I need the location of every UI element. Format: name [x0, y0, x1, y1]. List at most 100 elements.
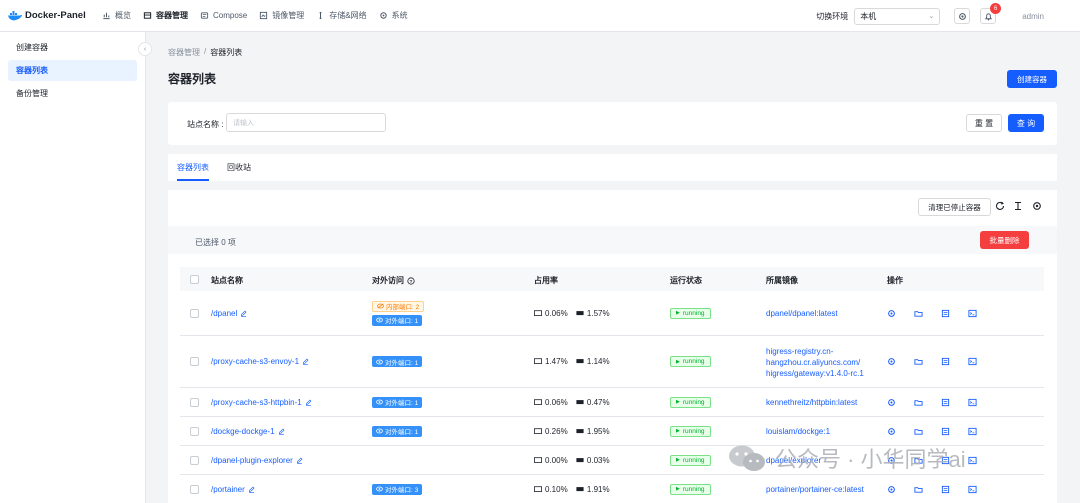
- container-name-link[interactable]: /dockge-dockge-1: [211, 427, 285, 436]
- edit-icon[interactable]: [305, 399, 312, 406]
- row-checkbox[interactable]: [190, 455, 199, 465]
- sidebar-item-create[interactable]: 创建容器: [8, 37, 137, 58]
- external-port-text: 对外端口: 1: [385, 429, 419, 436]
- notification-button[interactable]: 6: [980, 3, 1002, 24]
- folder-icon[interactable]: [914, 357, 923, 366]
- image-link[interactable]: portainer/portainer-ce:latest: [766, 484, 864, 495]
- clean-stopped-button[interactable]: 清理已停止容器: [918, 198, 991, 216]
- container-name-link[interactable]: /portainer: [211, 485, 255, 494]
- folder-icon[interactable]: [914, 309, 923, 318]
- col-status: 运行状态: [670, 276, 702, 285]
- nav-item-5[interactable]: 系统: [373, 0, 414, 32]
- row-actions: [887, 485, 977, 494]
- log-icon[interactable]: [941, 427, 950, 436]
- container-name-link[interactable]: /proxy-cache-s3-envoy-1: [211, 357, 309, 366]
- nav-item-3[interactable]: 镜像管理: [253, 0, 310, 32]
- edit-icon[interactable]: [278, 428, 285, 435]
- logo[interactable]: Docker-Panel: [8, 10, 96, 21]
- row-checkbox[interactable]: [190, 426, 199, 436]
- reset-button[interactable]: 重 置: [966, 114, 1002, 132]
- search-input[interactable]: 请输入: [226, 113, 386, 132]
- container-name-link[interactable]: /dpanel-plugin-explorer: [211, 456, 303, 465]
- table-row[interactable]: /portainer 对外端口: 3 0.10% 1.91% ▶ running port…: [180, 475, 1044, 503]
- refresh-icon[interactable]: [995, 201, 1005, 211]
- tab-recycle-bin[interactable]: 回收站: [227, 154, 251, 181]
- breadcrumb-parent[interactable]: 容器管理: [168, 47, 200, 58]
- log-icon[interactable]: [941, 357, 950, 366]
- create-container-button[interactable]: 创建容器: [1007, 70, 1057, 88]
- external-port-tag[interactable]: 对外端口: 1: [372, 314, 423, 326]
- folder-icon[interactable]: [914, 398, 923, 407]
- table-row[interactable]: /proxy-cache-s3-envoy-1 对外端口: 1 1.47% 1.14…: [180, 336, 1044, 388]
- terminal-icon[interactable]: [968, 456, 977, 465]
- external-port-tag[interactable]: 对外端口: 3: [372, 483, 423, 495]
- collapse-sidebar-button[interactable]: ‹: [138, 42, 152, 56]
- log-icon[interactable]: [941, 398, 950, 407]
- external-port-tag[interactable]: 对外端口: 1: [372, 425, 423, 437]
- settings-icon[interactable]: [887, 427, 896, 436]
- query-button[interactable]: 查 询: [1008, 114, 1044, 132]
- container-name: /dpanel: [211, 308, 238, 318]
- image-line: kennethreitz/httpbin:latest: [766, 398, 858, 407]
- col-name: 站点名称: [211, 276, 243, 285]
- cpu-usage: 0.26%: [545, 426, 568, 436]
- external-port-tag[interactable]: 对外端口: 1: [372, 396, 423, 408]
- terminal-icon[interactable]: [968, 357, 977, 366]
- help-icon[interactable]: ?: [407, 276, 415, 285]
- cpu-icon: [534, 309, 542, 316]
- image-icon: [260, 11, 268, 20]
- log-icon[interactable]: [941, 485, 950, 494]
- search-card: 站点名称 : 请输入 重 置 查 询: [168, 102, 1057, 145]
- cpu-usage: 0.06%: [545, 308, 568, 318]
- settings-icon[interactable]: [887, 485, 896, 494]
- settings-icon[interactable]: [887, 398, 896, 407]
- external-port-tag[interactable]: 对外端口: 1: [372, 356, 423, 367]
- table-row[interactable]: /dpanel 内部端口: 2 对外端口: 1 0.06% 1.57% ▶ running…: [180, 291, 1044, 336]
- gear-icon: [379, 12, 387, 19]
- container-name-link[interactable]: /proxy-cache-s3-httpbin-1: [211, 398, 312, 407]
- play-icon: ▶: [676, 486, 680, 492]
- row-actions: [887, 398, 977, 407]
- sidebar: 创建容器 容器列表 备份管理: [0, 32, 146, 503]
- image-link[interactable]: dpanel/dpanel:latest: [766, 308, 838, 319]
- nav-item-1[interactable]: 容器管理: [137, 0, 194, 32]
- settings-button[interactable]: [954, 8, 971, 24]
- column-settings-icon[interactable]: [1032, 201, 1042, 211]
- folder-icon[interactable]: [914, 427, 923, 436]
- env-select[interactable]: 本机 ⌄: [854, 7, 941, 25]
- folder-icon[interactable]: [914, 485, 923, 494]
- density-icon[interactable]: [1013, 201, 1023, 211]
- terminal-icon[interactable]: [968, 485, 977, 494]
- edit-icon[interactable]: [302, 358, 309, 365]
- internal-port-tag[interactable]: 内部端口: 2: [372, 300, 425, 312]
- edit-icon[interactable]: [296, 457, 303, 464]
- tab-container-list[interactable]: 容器列表: [177, 154, 209, 181]
- row-checkbox[interactable]: [190, 357, 199, 366]
- terminal-icon[interactable]: [968, 398, 977, 407]
- nav-item-0[interactable]: 概览: [96, 0, 137, 32]
- image-line: portainer/portainer-ce:latest: [766, 485, 864, 494]
- row-checkbox[interactable]: [190, 484, 199, 494]
- edit-icon[interactable]: [240, 310, 247, 317]
- container-name-link[interactable]: /dpanel: [211, 309, 247, 318]
- memory-usage: 1.57%: [586, 308, 610, 318]
- image-link[interactable]: kennethreitz/httpbin:latest: [766, 397, 857, 408]
- nav-item-2[interactable]: Compose: [194, 0, 253, 32]
- sidebar-item-list[interactable]: 容器列表: [8, 60, 137, 81]
- table-row[interactable]: /proxy-cache-s3-httpbin-1 对外端口: 1 0.06% 0.…: [180, 388, 1044, 417]
- row-checkbox[interactable]: [190, 308, 199, 318]
- edit-icon[interactable]: [248, 486, 255, 493]
- terminal-icon[interactable]: [968, 309, 977, 318]
- select-all-checkbox[interactable]: [190, 275, 199, 284]
- nav-item-4[interactable]: 存储&网络: [310, 0, 372, 32]
- image-link[interactable]: higress-registry.cn-hangzhou.cr.aliyuncs…: [766, 346, 864, 379]
- row-checkbox[interactable]: [190, 397, 199, 407]
- settings-icon[interactable]: [887, 309, 896, 318]
- user-name[interactable]: admin: [1022, 12, 1044, 21]
- image-link[interactable]: louislam/dockge:1: [766, 426, 830, 437]
- settings-icon[interactable]: [887, 357, 896, 366]
- log-icon[interactable]: [941, 309, 950, 318]
- sidebar-item-backup[interactable]: 备份管理: [8, 83, 137, 104]
- terminal-icon[interactable]: [968, 427, 977, 436]
- bulk-delete-button[interactable]: 批量删除: [980, 231, 1029, 249]
